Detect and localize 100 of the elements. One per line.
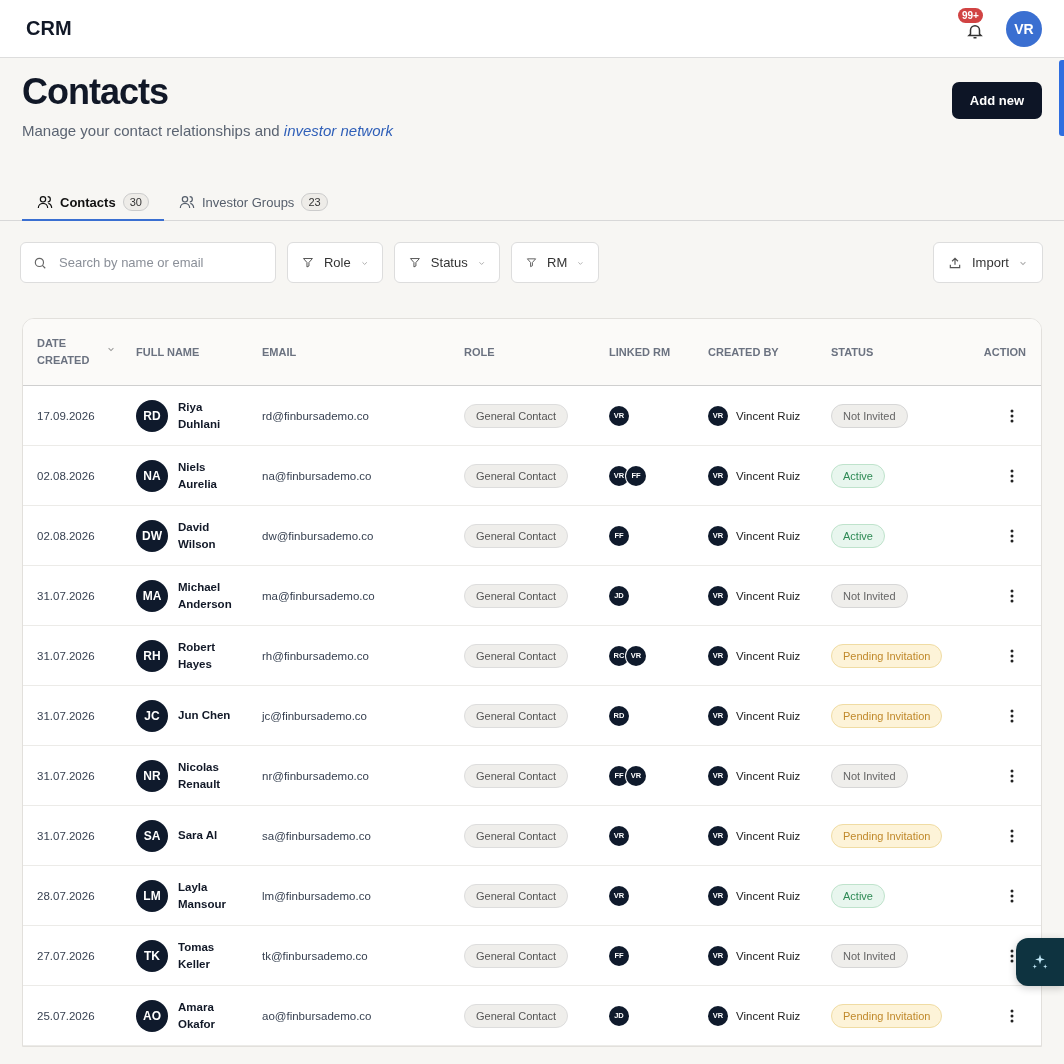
status-tag: Pending Invitation [831,1003,943,1028]
creator-name: Vincent Ruiz [736,589,801,602]
search-field[interactable]: Search by name or email [20,242,276,283]
status-tag: Active [831,523,885,548]
app-logo: CRM [26,17,72,40]
contact-avatar: TK [136,939,168,972]
column-header: CREATED BY [708,344,779,360]
creator-name: Vincent Ruiz [736,469,801,482]
contact-avatar: NA [136,459,168,492]
role-tag: General Contact [464,463,569,488]
role-tag: General Contact [464,583,569,608]
date-cell: 17.09.2026 [37,409,95,422]
contact-avatar: RH [136,639,168,672]
column-header: ACTION [983,344,1026,360]
contact-name: Niels Aurelia [178,459,218,492]
column-header: ROLE [464,344,495,360]
tab[interactable]: Investor Groups 23 [163,193,343,221]
email-cell: na@finbursademo.co [262,469,372,482]
count-badge: 23 [301,193,328,211]
contact-name: Sara Al [178,828,218,843]
creator-name: Vincent Ruiz [736,949,801,962]
date-cell: 31.07.2026 [37,829,95,842]
date-cell: 31.07.2026 [37,769,95,782]
creator-name: Vincent Ruiz [736,709,801,722]
page-title: Contacts [22,70,170,114]
filter-dropdown[interactable]: RM [511,242,599,283]
creator-name: Vincent Ruiz [736,529,801,542]
date-cell: 28.07.2026 [37,889,95,902]
tab[interactable]: Contacts 30 [22,193,164,221]
column-header: STATUS [831,344,874,360]
role-tag: General Contact [464,823,569,848]
date-cell: 31.07.2026 [37,709,95,722]
date-cell: 27.07.2026 [37,949,95,962]
add-new-button[interactable]: Add new [951,82,1042,119]
email-cell: rh@finbursademo.co [262,649,369,662]
contact-name: Robert Hayes [178,639,217,672]
contact-avatar: NR [136,759,168,792]
role-tag: General Contact [464,403,569,428]
status-tag: Active [831,883,885,908]
email-cell: dw@finbursademo.co [262,529,374,542]
filter-dropdown[interactable]: Role [287,242,383,283]
contact-avatar: SA [136,819,168,852]
date-cell: 31.07.2026 [37,649,95,662]
email-cell: nr@finbursademo.co [262,769,369,782]
contact-name: David Wilson [178,519,217,552]
date-cell: 25.07.2026 [37,1009,95,1022]
creator-name: Vincent Ruiz [736,409,801,422]
contact-name: Michael Anderson [178,579,233,612]
contact-name: Layla Mansour [178,879,227,912]
contact-name: Tomas Keller [178,939,216,972]
count-badge: 30 [122,193,149,211]
date-cell: 02.08.2026 [37,529,95,542]
user-avatar[interactable]: VR [1006,10,1042,47]
creator-name: Vincent Ruiz [736,1009,801,1022]
status-tag: Not Invited [831,763,908,788]
creator-name: Vincent Ruiz [736,649,801,662]
status-tag: Pending Invitation [831,703,943,728]
role-tag: General Contact [464,523,569,548]
contact-name: Jun Chen [178,708,231,723]
role-tag: General Contact [464,943,569,968]
column-header: LINKED RM [609,344,671,360]
email-cell: jc@finbursademo.co [262,709,367,722]
status-tag: Not Invited [831,403,908,428]
contact-name: Amara Okafor [178,999,217,1032]
email-cell: lm@finbursademo.co [262,889,371,902]
email-cell: ao@finbursademo.co [262,1009,372,1022]
contact-avatar: DW [136,519,168,552]
import-button[interactable]: Import [933,242,1043,283]
contact-name: Riya Duhlani [178,399,222,432]
contact-avatar: RD [136,399,168,432]
column-header: FULL NAME [136,344,200,360]
date-cell: 02.08.2026 [37,469,95,482]
role-tag: General Contact [464,763,569,788]
email-cell: sa@finbursademo.co [262,829,371,842]
status-tag: Pending Invitation [831,643,943,668]
date-cell: 31.07.2026 [37,589,95,602]
creator-name: Vincent Ruiz [736,889,801,902]
column-header[interactable]: DATE CREATED [37,335,97,369]
page-subtitle: Manage your contact relationships and investor network [22,122,394,139]
creator-name: Vincent Ruiz [736,769,801,782]
contact-avatar: JC [136,699,168,732]
contact-avatar: MA [136,579,168,612]
status-tag: Not Invited [831,583,908,608]
column-header: EMAIL [262,344,297,360]
contact-avatar: LM [136,879,168,912]
role-tag: General Contact [464,883,569,908]
status-tag: Active [831,463,885,488]
contact-avatar: AO [136,999,168,1032]
email-cell: tk@finbursademo.co [262,949,368,962]
search-input[interactable]: Search by name or email [57,254,263,271]
notification-badge: 99+ [958,7,983,23]
role-tag: General Contact [464,703,569,728]
email-cell: ma@finbursademo.co [262,589,375,602]
contact-name: Nicolas Renault [178,759,222,792]
role-tag: General Contact [464,643,569,668]
email-cell: rd@finbursademo.co [262,409,369,422]
role-tag: General Contact [464,1003,569,1028]
status-tag: Pending Invitation [831,823,943,848]
status-tag: Not Invited [831,943,908,968]
filter-dropdown[interactable]: Status [394,242,500,283]
